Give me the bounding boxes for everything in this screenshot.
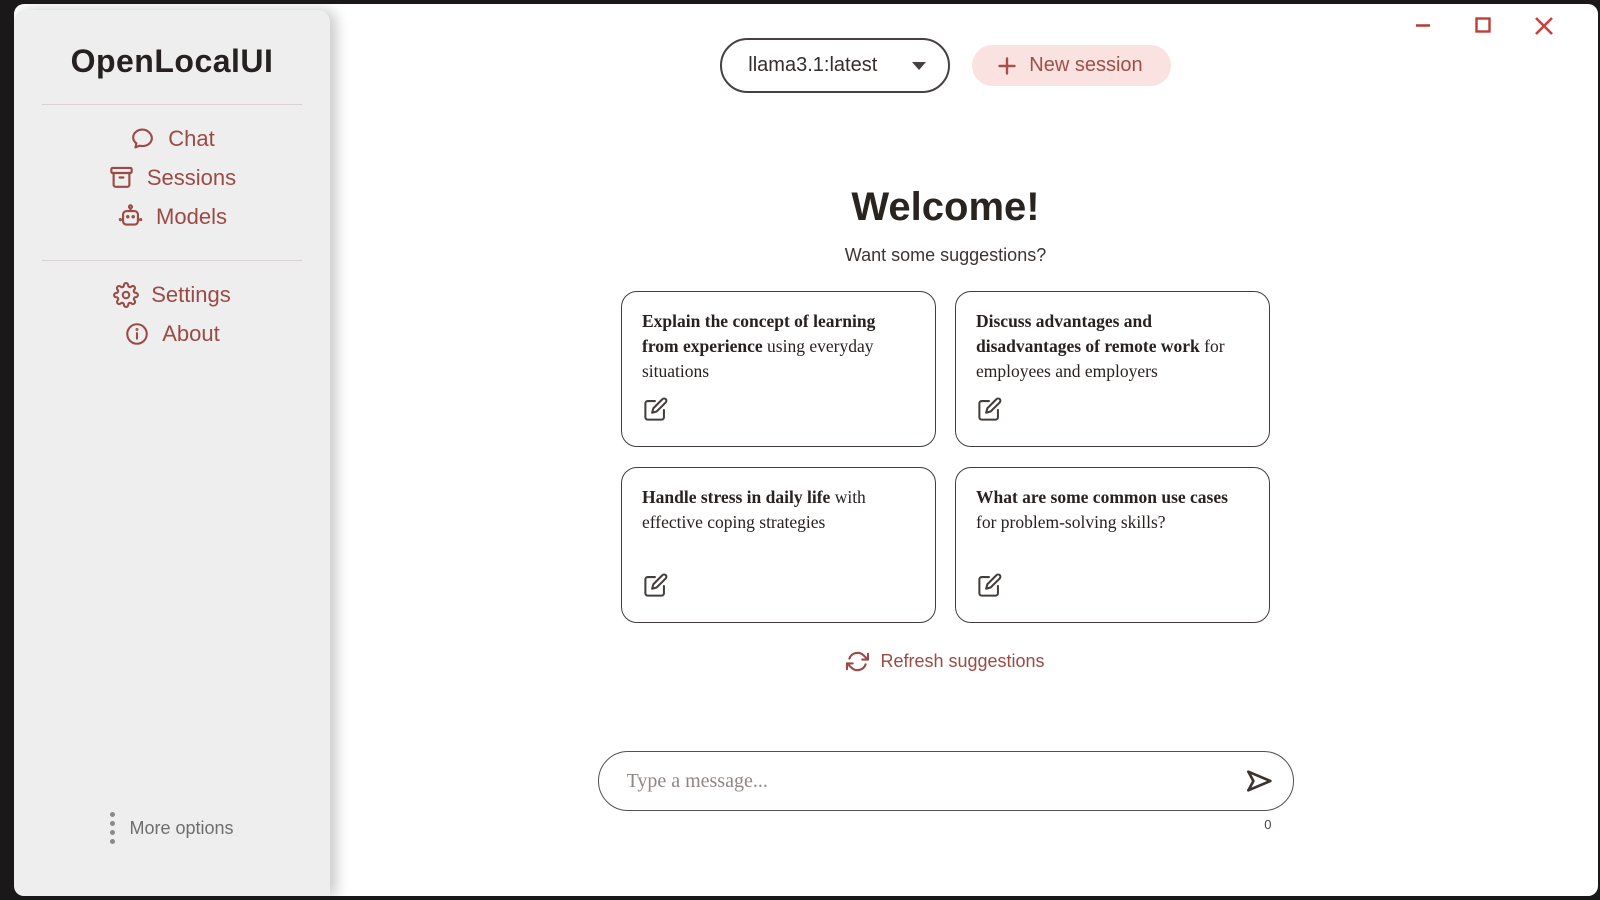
suggestion-text: Discuss advantages and disadvantages of …	[976, 311, 1225, 382]
sidebar-item-label: Settings	[151, 281, 231, 307]
chevron-down-icon	[912, 61, 927, 70]
sidebar-item-settings[interactable]: Settings	[14, 275, 330, 314]
minimize-button[interactable]	[1410, 12, 1436, 43]
suggestion-text: What are some common use cases for probl…	[976, 487, 1228, 533]
main-content: llama3.1:latest New session Welcome! Wan…	[330, 4, 1561, 896]
send-button[interactable]	[1243, 765, 1275, 797]
sidebar-primary-nav: Chat Sessions Models	[14, 119, 330, 236]
model-selector-dropdown[interactable]: llama3.1:latest	[720, 38, 951, 93]
sidebar-secondary-nav: Settings About	[14, 275, 330, 353]
message-composer	[597, 751, 1294, 811]
topbar: llama3.1:latest New session	[720, 38, 1171, 93]
app-logo: OpenLocalUI	[70, 43, 274, 79]
suggestion-card[interactable]: Discuss advantages and disadvantages of …	[955, 291, 1270, 447]
model-selector-value: llama3.1:latest	[748, 54, 878, 76]
welcome-title: Welcome!	[851, 185, 1040, 229]
suggestion-card[interactable]: What are some common use cases for probl…	[955, 467, 1270, 623]
edit-icon	[976, 572, 1249, 604]
robot-icon	[117, 203, 144, 230]
app-window: OpenLocalUI Chat Sessions Models Setting…	[14, 4, 1598, 896]
maximize-icon	[1472, 14, 1494, 41]
suggestion-cards: Explain the concept of learning from exp…	[621, 291, 1270, 623]
sidebar-item-label: About	[162, 320, 220, 346]
plus-icon	[996, 55, 1018, 77]
new-session-button[interactable]: New session	[972, 45, 1171, 86]
edit-icon	[642, 396, 915, 428]
char-count: 0	[1264, 817, 1272, 832]
suggestion-card[interactable]: Handle stress in daily life with effecti…	[621, 467, 936, 623]
sidebar-item-label: Models	[156, 203, 227, 229]
maximize-button[interactable]	[1470, 12, 1496, 43]
sidebar: OpenLocalUI Chat Sessions Models Setting…	[14, 10, 330, 896]
chat-bubble-icon	[129, 125, 156, 152]
new-session-label: New session	[1029, 54, 1143, 76]
info-icon	[124, 321, 150, 347]
more-options-label: More options	[129, 817, 234, 838]
sidebar-item-label: Chat	[168, 125, 215, 151]
close-button[interactable]	[1530, 12, 1558, 43]
refresh-icon	[846, 650, 870, 673]
sidebar-item-models[interactable]: Models	[14, 197, 330, 236]
edit-icon	[976, 396, 1249, 428]
sidebar-item-about[interactable]: About	[14, 314, 330, 353]
sidebar-item-chat[interactable]: Chat	[14, 119, 330, 158]
refresh-suggestions-button[interactable]: Refresh suggestions	[846, 650, 1045, 673]
kebab-menu-icon	[110, 812, 116, 844]
refresh-suggestions-label: Refresh suggestions	[880, 651, 1045, 671]
close-icon	[1532, 14, 1556, 41]
window-controls	[1410, 12, 1558, 43]
gear-icon	[113, 281, 140, 308]
welcome-subtitle: Want some suggestions?	[844, 245, 1047, 265]
minimize-icon	[1412, 14, 1434, 41]
edit-icon	[642, 572, 915, 604]
message-input[interactable]	[626, 769, 1243, 793]
suggestion-text: Explain the concept of learning from exp…	[642, 311, 876, 382]
suggestion-card[interactable]: Explain the concept of learning from exp…	[621, 291, 936, 447]
send-icon	[1243, 765, 1275, 797]
archive-icon	[108, 164, 135, 191]
sidebar-divider-bottom	[42, 260, 302, 261]
suggestion-text: Handle stress in daily life with effecti…	[642, 487, 866, 533]
sidebar-divider-top	[42, 104, 302, 105]
sidebar-item-sessions[interactable]: Sessions	[14, 158, 330, 197]
sidebar-item-label: Sessions	[146, 164, 237, 190]
more-options-button[interactable]: More options	[14, 812, 330, 844]
